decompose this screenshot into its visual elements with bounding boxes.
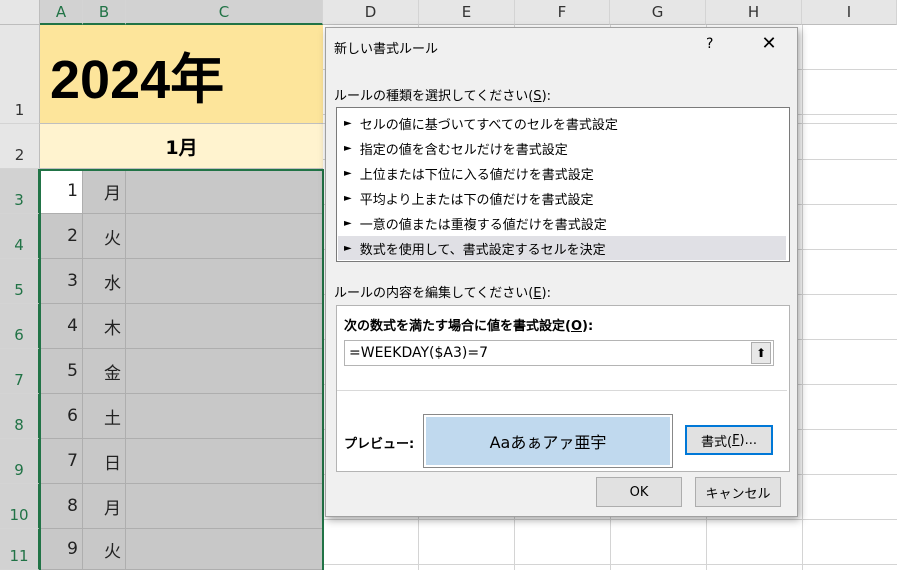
arrow-right-icon: ► — [344, 142, 352, 154]
column-header-b[interactable]: B — [83, 0, 126, 25]
arrow-right-icon: ► — [344, 167, 352, 179]
column-header-f[interactable]: F — [515, 0, 610, 25]
rule-type-item[interactable]: ► 平均より上または下の値だけを書式設定 — [338, 186, 786, 210]
row-header-2[interactable]: 2 — [0, 124, 40, 169]
row-header-8[interactable]: 8 — [0, 394, 40, 439]
panel-divider — [337, 390, 787, 391]
column-header-d[interactable]: D — [323, 0, 419, 25]
edit-rule-label: ルールの内容を編集してください(E): — [334, 286, 551, 301]
selection-range-outline — [39, 169, 324, 570]
help-button[interactable]: ? — [706, 36, 713, 52]
column-header-h[interactable]: H — [706, 0, 802, 25]
column-header-i[interactable]: I — [802, 0, 897, 25]
row-header-11[interactable]: 11 — [0, 529, 40, 570]
row-header-7[interactable]: 7 — [0, 349, 40, 394]
row-header-3[interactable]: 3 — [0, 169, 40, 214]
row-header-1[interactable]: 1 — [0, 25, 40, 124]
formula-input[interactable]: =WEEKDAY($A3)=7 ⬆ — [344, 340, 774, 366]
rule-type-label: ルールの種類を選択してください(S): — [334, 89, 552, 104]
row-header-4[interactable]: 4 — [0, 214, 40, 259]
column-header-c[interactable]: C — [126, 0, 323, 25]
close-icon[interactable]: ✕ — [758, 33, 780, 55]
cancel-button[interactable]: キャンセル — [695, 477, 781, 507]
formula-text: =WEEKDAY($A3)=7 — [349, 345, 488, 361]
arrow-right-icon: ► — [344, 217, 352, 229]
select-all-corner[interactable] — [0, 0, 40, 25]
dialog-title: 新しい書式ルール — [334, 42, 439, 57]
rule-type-list[interactable]: ► セルの値に基づいてすべてのセルを書式設定 ► 指定の値を含むセルだけを書式設定 … — [336, 107, 790, 262]
row-header-10[interactable]: 10 — [0, 484, 40, 529]
arrow-right-icon: ► — [344, 242, 352, 254]
year-title-cell[interactable]: 2024年 — [40, 25, 323, 124]
rule-type-item[interactable]: ► 指定の値を含むセルだけを書式設定 — [338, 136, 786, 160]
rule-type-item[interactable]: ► 一意の値または重複する値だけを書式設定 — [338, 211, 786, 235]
preview-label: プレビュー: — [344, 437, 415, 452]
row-header-9[interactable]: 9 — [0, 439, 40, 484]
arrow-right-icon: ► — [344, 117, 352, 129]
column-header-a[interactable]: A — [40, 0, 83, 25]
column-header-e[interactable]: E — [419, 0, 515, 25]
collapse-dialog-icon[interactable]: ⬆ — [751, 342, 771, 364]
format-preview: Aaあぁアァ亜宇 — [423, 414, 673, 468]
formula-label: 次の数式を満たす場合に値を書式設定(O): — [344, 319, 594, 334]
month-header-cell[interactable]: 1月 — [40, 124, 323, 169]
rule-type-item[interactable]: ► 上位または下位に入る値だけを書式設定 — [338, 161, 786, 185]
rule-type-item[interactable]: ► セルの値に基づいてすべてのセルを書式設定 — [338, 111, 786, 135]
column-header-g[interactable]: G — [610, 0, 706, 25]
arrow-right-icon: ► — [344, 192, 352, 204]
rule-type-item-selected[interactable]: ► 数式を使用して、書式設定するセルを決定 — [338, 236, 786, 260]
row-header-5[interactable]: 5 — [0, 259, 40, 304]
new-format-rule-dialog: 新しい書式ルール ? ✕ ルールの種類を選択してください(S): ► セルの値に基… — [325, 27, 798, 517]
rule-description-panel: 次の数式を満たす場合に値を書式設定(O): =WEEKDAY($A3)=7 ⬆ … — [336, 305, 790, 472]
row-header-6[interactable]: 6 — [0, 304, 40, 349]
format-button[interactable]: 書式(F)... — [685, 425, 773, 455]
ok-button[interactable]: OK — [596, 477, 682, 507]
